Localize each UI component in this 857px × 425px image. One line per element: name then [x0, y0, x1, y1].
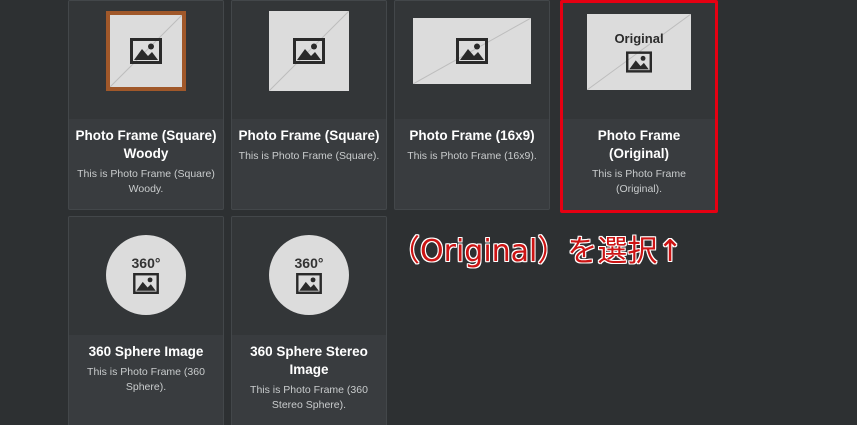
card-thumbnail: Original [563, 3, 715, 119]
square-frame-preview [269, 11, 349, 91]
card-title: Photo Frame (Square) Woody [75, 128, 217, 161]
degree-label: 360° [294, 255, 324, 271]
image-icon [296, 273, 322, 294]
card-360-sphere-image[interactable]: 360° 360 Sphere Image This is Photo Fram… [68, 216, 224, 425]
original-frame-preview: Original [587, 14, 691, 90]
card-360-sphere-stereo-image[interactable]: 360° 360 Sphere Stereo Image This is Pho… [231, 216, 387, 425]
card-title: 360 Sphere Image [88, 344, 204, 359]
card-thumbnail [69, 1, 223, 119]
card-title: Photo Frame (Square) [238, 128, 380, 143]
card-description: This is Photo Frame (16x9). [407, 150, 537, 162]
card-thumbnail: 360° [69, 217, 223, 335]
image-icon [133, 273, 159, 294]
card-description: This is Photo Frame (Square) Woody. [77, 168, 215, 195]
template-gallery: Photo Frame (Square) Woody This is Photo… [0, 0, 857, 425]
image-icon [130, 38, 162, 64]
selection-annotation: （Original）を選択↑ [390, 234, 683, 269]
card-photo-frame-original[interactable]: Original Photo Frame (Original) This is … [560, 0, 718, 213]
card-description: This is Photo Frame (360 Sphere). [87, 366, 205, 393]
woody-frame-preview [106, 11, 186, 91]
card-thumbnail: 360° [232, 217, 386, 335]
image-icon [456, 38, 488, 64]
card-title: 360 Sphere Stereo Image [250, 344, 368, 377]
card-photo-frame-16x9[interactable]: Photo Frame (16x9) This is Photo Frame (… [394, 0, 550, 210]
image-icon [626, 50, 652, 73]
card-title: Photo Frame (Original) [597, 128, 681, 161]
original-label: Original [614, 30, 664, 46]
card-thumbnail [395, 1, 549, 119]
image-icon [293, 38, 325, 64]
card-description: This is Photo Frame (Square). [238, 150, 380, 162]
card-thumbnail [232, 1, 386, 119]
widescreen-frame-preview [413, 18, 531, 84]
card-description: This is Photo Frame (Original). [592, 168, 686, 195]
card-photo-frame-square[interactable]: Photo Frame (Square) This is Photo Frame… [231, 0, 387, 210]
card-title: Photo Frame (16x9) [409, 128, 535, 143]
card-description: This is Photo Frame (360 Stereo Sphere). [250, 384, 368, 411]
sphere-preview: 360° [106, 235, 186, 315]
card-photo-frame-square-woody[interactable]: Photo Frame (Square) Woody This is Photo… [68, 0, 224, 210]
degree-label: 360° [131, 255, 161, 271]
sphere-preview: 360° [269, 235, 349, 315]
